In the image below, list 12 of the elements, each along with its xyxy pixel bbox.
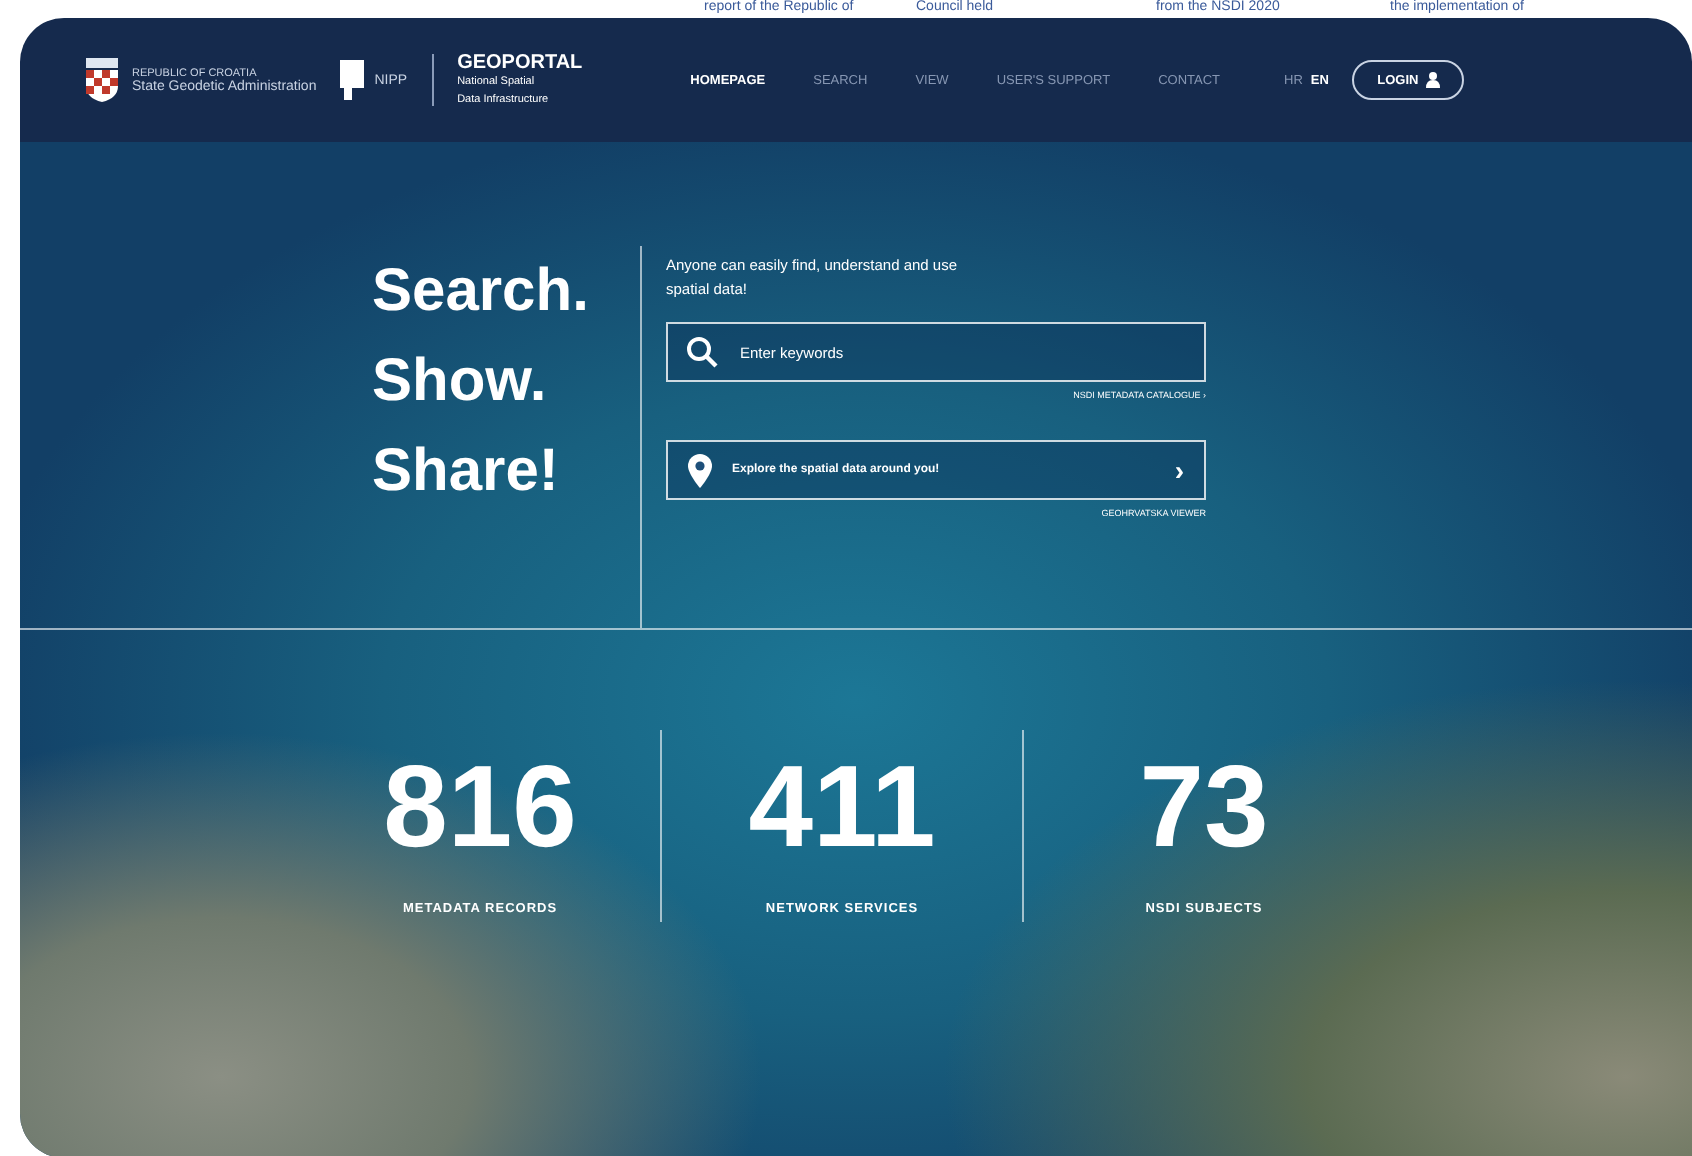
- flag-logo-icon: [340, 60, 369, 100]
- location-pin-icon: [688, 453, 712, 487]
- stat-number: 816: [383, 746, 577, 870]
- checkered-shield-icon: [84, 58, 120, 102]
- stat-number: 411: [748, 746, 936, 870]
- stat-number: 73: [1139, 746, 1269, 870]
- search-icon: [686, 336, 718, 368]
- tagline-text: Show.: [372, 346, 549, 418]
- tagline-text: Search.: [372, 256, 591, 328]
- user-icon: [1426, 72, 1441, 88]
- tagline-text: Share!: [372, 436, 561, 508]
- site-title: GEOPORTAL: [457, 51, 583, 73]
